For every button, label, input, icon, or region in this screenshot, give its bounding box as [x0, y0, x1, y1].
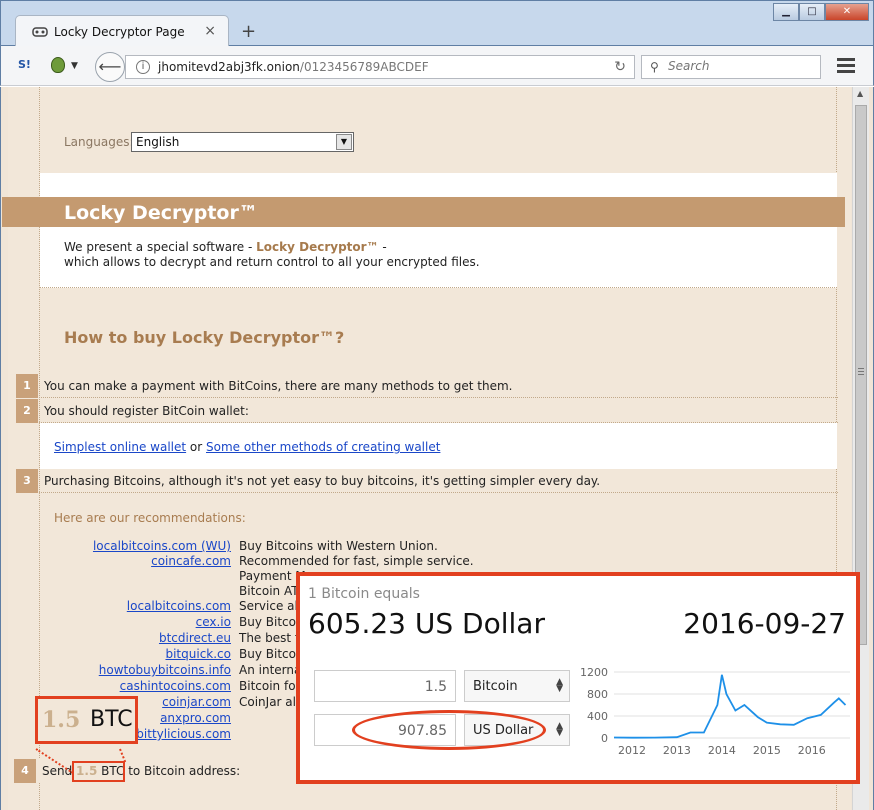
window-controls: ▁ □ ✕	[773, 3, 869, 21]
y-tick-label: 400	[587, 710, 608, 723]
wallet-links: Simplest online wallet or Some other met…	[54, 440, 441, 454]
step-row-3: 3 Purchasing Bitcoins, although it's not…	[16, 469, 838, 493]
list-item: localbitcoins.com (WU) Buy Bitcoins with …	[40, 539, 837, 555]
rate-value: 605.23 US Dollar	[308, 607, 545, 640]
x-tick-label: 2014	[708, 744, 736, 757]
rec-link[interactable]: bitquick.co	[165, 647, 231, 661]
rec-link[interactable]: localbitcoins.com (WU)	[93, 539, 231, 553]
rec-link[interactable]: coincafe.com	[151, 554, 231, 568]
scroll-up-icon[interactable]: ▲	[857, 89, 863, 98]
search-icon: ⚲	[650, 60, 659, 74]
rec-desc: The best f	[239, 631, 300, 645]
list-item: coincafe.com Recommended for fast, simple…	[40, 554, 837, 570]
up-down-icon: ▲ ▼	[556, 677, 563, 694]
up-down-icon: ▲ ▼	[556, 721, 563, 738]
exchange-rate-panel: 1 Bitcoin equals 605.23 US Dollar 2016-0…	[296, 572, 860, 784]
price-chart: 1200 800 400 0 2012 2013 2014 2015 2016	[580, 666, 850, 757]
btc-currency-value: Bitcoin	[473, 679, 518, 694]
url-text: jhomitevd2abj3fk.onion/0123456789ABCDEF	[158, 60, 429, 74]
rec-link[interactable]: bittylicious.com	[136, 727, 231, 741]
info-icon[interactable]: i	[136, 60, 150, 74]
step-row-2: 2 You should register BitCoin wallet:	[16, 399, 838, 423]
step-number: 2	[16, 399, 38, 423]
x-tick-label: 2016	[798, 744, 826, 757]
y-tick-label: 800	[587, 688, 608, 701]
rec-link[interactable]: anxpro.com	[160, 711, 231, 725]
chevron-down-icon[interactable]: ▼	[71, 61, 78, 71]
recommendations-label: Here are our recommendations:	[54, 511, 246, 525]
noscript-icon[interactable]: S!	[18, 58, 31, 71]
rec-desc: Recommended for fast, simple service.	[239, 554, 474, 568]
rec-link[interactable]: cashintocoins.com	[120, 679, 231, 693]
reload-icon[interactable]: ↻	[614, 59, 626, 75]
price-series-line	[613, 674, 847, 739]
x-tick-label: 2012	[618, 744, 646, 757]
url-bar[interactable]: i jhomitevd2abj3fk.onion/0123456789ABCDE…	[125, 55, 635, 79]
search-bar[interactable]: ⚲	[641, 55, 821, 79]
rec-link[interactable]: cex.io	[196, 615, 231, 629]
step-number: 1	[16, 374, 38, 398]
navigation-bar: S! ▼ ⟵ i jhomitevd2abj3fk.onion/01234567…	[0, 46, 874, 86]
languages-label: Languages:	[64, 135, 134, 149]
mask-icon	[32, 27, 48, 37]
btc-unit: BTC	[90, 707, 133, 732]
close-window-button[interactable]: ✕	[825, 3, 869, 21]
step-number: 3	[16, 469, 38, 493]
tab-title: Locky Decryptor Page	[54, 25, 185, 39]
page-title: Locky Decryptor™	[64, 202, 258, 224]
rec-desc: Bitcoin for	[239, 679, 301, 693]
y-tick-label: 1200	[580, 666, 608, 679]
chevron-down-icon[interactable]: ▼	[336, 134, 352, 150]
btc-amount: 1.5	[42, 707, 81, 733]
rec-desc: Buy Bitcoins with Western Union.	[239, 539, 438, 553]
minimize-button[interactable]: ▁	[773, 3, 799, 21]
other-wallet-methods-link[interactable]: Some other methods of creating wallet	[206, 440, 440, 454]
step-text: You should register BitCoin wallet:	[44, 404, 249, 418]
search-input[interactable]	[668, 59, 816, 73]
new-tab-icon[interactable]: +	[241, 21, 256, 42]
amount-highlight-box	[72, 761, 125, 782]
step-row-1: 1 You can make a payment with BitCoins, …	[16, 374, 838, 398]
step-number: 4	[14, 759, 36, 783]
howto-title: How to buy Locky Decryptor™?	[64, 328, 345, 347]
rec-link[interactable]: howtobuybitcoins.info	[99, 663, 231, 677]
title-bar: Locky Decryptor Page × + ▁ □ ✕	[0, 0, 874, 47]
btc-amount-input[interactable]: 1.5	[314, 670, 456, 702]
y-tick-label: 0	[601, 732, 608, 745]
step-text: You can make a payment with BitCoins, th…	[44, 379, 513, 393]
btc-amount-callout: 1.5 BTC	[35, 696, 138, 744]
btc-currency-select[interactable]: Bitcoin ▲ ▼	[464, 670, 570, 702]
x-tick-label: 2013	[663, 744, 691, 757]
hamburger-menu-icon[interactable]	[837, 58, 855, 74]
maximize-button[interactable]: □	[799, 3, 825, 21]
rec-link[interactable]: btcdirect.eu	[159, 631, 231, 645]
browser-tab[interactable]: Locky Decryptor Page ×	[15, 15, 229, 47]
language-selected-value: English	[136, 135, 180, 149]
rec-link[interactable]: localbitcoins.com	[127, 599, 231, 613]
close-tab-icon[interactable]: ×	[204, 23, 216, 39]
language-select[interactable]: English ▼	[131, 132, 354, 152]
scrollbar-thumb[interactable]	[855, 105, 867, 645]
rec-link[interactable]: coinjar.com	[162, 695, 231, 709]
x-tick-label: 2015	[753, 744, 781, 757]
simplest-wallet-link[interactable]: Simplest online wallet	[54, 440, 186, 454]
usd-highlight-ellipse	[352, 710, 546, 750]
header-band: Locky Decryptor™	[2, 197, 845, 227]
rate-date: 2016-09-27	[683, 607, 846, 640]
rate-equals-label: 1 Bitcoin equals	[308, 586, 420, 602]
intro-panel	[40, 173, 837, 288]
back-button[interactable]: ⟵	[95, 52, 125, 82]
tor-onion-icon[interactable]	[51, 57, 65, 73]
step-text: Purchasing Bitcoins, although it's not y…	[44, 474, 601, 488]
intro-text: We present a special software - Locky De…	[64, 240, 480, 269]
